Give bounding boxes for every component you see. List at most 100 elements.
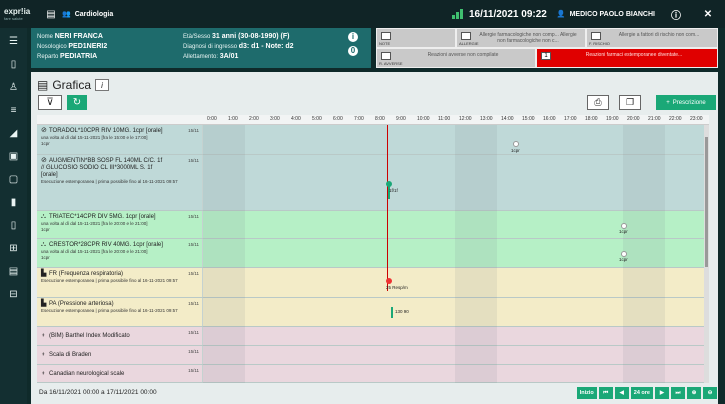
vertical-scrollbar[interactable] — [704, 125, 709, 383]
print-button[interactable]: ⎙ — [587, 95, 609, 110]
next-button[interactable]: ▶ — [655, 387, 669, 399]
datetime-display: 16/11/2021 09:22 — [451, 9, 547, 20]
hour-label: 5:00 — [312, 116, 322, 122]
add-prescription-button[interactable]: + Prescrizione — [656, 95, 716, 110]
pill-icon[interactable]: ◢ — [7, 126, 21, 140]
row-crestor[interactable]: ⛬ CRESTOR*28CPR RIV 40MG. 1cpr [orale] un… — [37, 239, 709, 268]
filter-icon: ⊽ — [46, 97, 54, 108]
copy-icon: ❐ — [625, 97, 635, 107]
person-icon[interactable]: ♙ — [7, 80, 21, 94]
pa-marker-label: 130 90 — [395, 309, 409, 314]
row-date: 15/11 — [188, 128, 199, 133]
chart-icon: ▤ — [37, 78, 49, 92]
checkbox-icon — [381, 52, 391, 60]
range-24h-button[interactable]: 24 ore — [630, 387, 653, 399]
bed-line: Allettamento: 3A/01 — [183, 52, 294, 62]
bottle-icon[interactable]: ▮ — [7, 195, 21, 209]
info-icon[interactable]: ⓘ — [669, 7, 683, 22]
start-button[interactable]: Inizio — [576, 387, 597, 399]
row-augmentin[interactable]: ⊘ AUGMENTIN*BB SOSP FL 140ML C/C. 1f // G… — [37, 155, 709, 211]
row-label: ⍖ Canadian neurological scale 15/11 — [37, 365, 203, 382]
report-icon[interactable]: ⊞ — [7, 241, 21, 255]
hour-label: 6:00 — [333, 116, 343, 122]
vial-icon[interactable]: ▯ — [7, 218, 21, 232]
alert-note[interactable]: NOTE — [376, 28, 456, 48]
user-menu[interactable]: 👤 MEDICO PAOLO BIANCHI — [557, 10, 655, 19]
pill-icon: ⊘ — [41, 157, 47, 164]
pill-user-icon: ⛬ — [41, 241, 46, 248]
zoom-out-button[interactable]: ⊖ — [703, 387, 717, 399]
file-icon[interactable]: ▯ — [7, 57, 21, 71]
network-status-icon — [451, 9, 464, 19]
fr-marker[interactable] — [386, 278, 392, 284]
timeline-footer: Da 16/11/2021 00:00 a 17/11/2021 00:00 I… — [37, 386, 717, 402]
arrow-right-icon: ▶ — [659, 390, 665, 396]
row-toradol[interactable]: ⊘ TORADOL*10CPR RIV 10MG. 1cpr [orale] un… — [37, 125, 709, 155]
row-canadian[interactable]: ⍖ Canadian neurological scale 15/11 — [37, 365, 709, 383]
hour-label: 8:00 — [375, 116, 385, 122]
alert-label: NOTE — [379, 41, 391, 46]
hour-label: 2:00 — [249, 116, 259, 122]
row-label: ⊘ AUGMENTIN*BB SOSP FL 140ML C/C. 1f // G… — [37, 155, 203, 210]
checkbox-icon — [461, 32, 471, 40]
alert-rischio[interactable]: Allergie a fattori di rischio non com...… — [586, 28, 718, 48]
clipboard-icon[interactable]: ▣ — [7, 149, 21, 163]
row-title-line3: [orale] — [41, 172, 58, 178]
row-braden[interactable]: ⍖ Scala di Braden 15/11 — [37, 346, 709, 365]
copy-button[interactable]: ❐ — [619, 95, 641, 110]
alert-estemporanee[interactable]: 1 Reazioni farmaci estemporanee diventat… — [536, 48, 718, 68]
menu-toggle-icon[interactable]: ☰ — [7, 34, 21, 48]
row-title: TORADOL*10CPR RIV 10MG. 1cpr [orale] — [49, 128, 163, 134]
row-triatec[interactable]: ⛬ TRIATEC*14CPR DIV 5MG. 1cpr [orale] una… — [37, 211, 709, 239]
zoom-in-button[interactable]: ⊕ — [687, 387, 701, 399]
alert-allergie[interactable]: Allergie farmacologiche non comp... Alle… — [456, 28, 586, 48]
scrollbar-thumb[interactable] — [705, 137, 708, 267]
row-title: CRESTOR*28CPR RIV 40MG. 1cpr [orale] — [49, 242, 163, 248]
close-icon[interactable]: ✕ — [701, 7, 715, 21]
patient-age: 31 anni (30-08-1990) (F) — [212, 33, 290, 40]
grid-icon[interactable]: ⊟ — [7, 287, 21, 301]
department-selector[interactable]: 👥 Cardiologia — [62, 10, 113, 19]
hour-label: 18:00 — [585, 116, 598, 122]
calendar-icon[interactable]: ▤ — [7, 264, 21, 278]
alert-label: ALLERGIE — [459, 41, 479, 46]
hour-label: 9:00 — [396, 116, 406, 122]
alerts-panel: NOTE Allergie farmacologiche non comp...… — [376, 28, 718, 68]
filter-button[interactable]: ⊽ — [38, 95, 62, 110]
last-button[interactable]: ⏭ — [671, 387, 685, 399]
row-date: 15/11 — [188, 368, 199, 373]
toradol-marker[interactable] — [513, 141, 519, 147]
users-icon: 👥 — [62, 11, 71, 18]
timeline-grid: 0:00 1:00 2:00 3:00 4:00 5:00 6:00 7:00 8:00 9:00… — [37, 115, 709, 383]
zoom-in-icon: ⊕ — [691, 390, 697, 396]
row-title: PA (Pressione arteriosa) — [49, 301, 114, 307]
patient-info-icon[interactable]: i — [348, 32, 358, 42]
row-pa[interactable]: ▙ PA (Pressione arteriosa) Esecuzione est… — [37, 298, 709, 327]
info-button[interactable]: i — [95, 79, 110, 91]
current-time-line — [387, 125, 388, 291]
refresh-button[interactable]: ↻ — [67, 95, 87, 110]
document-icon[interactable]: ▤ — [44, 7, 58, 21]
row-date: 15/11 — [188, 271, 199, 276]
alert-text: Reazioni farmaci estemporanee diventate.… — [585, 52, 683, 58]
patient-badge[interactable]: 0 — [348, 46, 358, 56]
scale-icon: ⍖ — [41, 351, 46, 358]
row-barthel[interactable]: ⍖ (BIM) Barthel Index Modificato 15/11 — [37, 327, 709, 346]
label: Reparto — [37, 54, 59, 60]
tablet-icon[interactable]: ▢ — [7, 172, 21, 186]
zoom-out-icon: ⊖ — [707, 390, 713, 396]
sidebar: ☰ ▯ ♙ ≡ ◢ ▣ ▢ ▮ ▯ ⊞ ▤ ⊟ — [0, 28, 27, 404]
prev-button[interactable]: ◀ — [614, 387, 629, 399]
first-button[interactable]: ⏮ — [598, 387, 613, 399]
add-prescription-label: Prescrizione — [672, 99, 706, 106]
pill-user-icon: ⛬ — [41, 213, 46, 220]
alert-text: Allergie a fattori di rischio non com... — [618, 32, 700, 38]
patient-reparto: PEDIATRIA — [60, 53, 98, 60]
scale-icon: ⍖ — [41, 332, 46, 339]
row-date: 15/11 — [188, 242, 199, 247]
row-fr[interactable]: ▙ FR (Frequenza respiratoria) Esecuzione … — [37, 268, 709, 298]
list-icon[interactable]: ≡ — [7, 103, 21, 117]
alert-reazioni[interactable]: Reazioni avverse non compilate R. AVVERS… — [376, 48, 536, 68]
hour-label: 21:00 — [648, 116, 661, 122]
grafica-panel: ▤ Grafica i ⊽ ↻ ⎙ ❐ + Prescrizione 0:00 1… — [31, 72, 718, 404]
